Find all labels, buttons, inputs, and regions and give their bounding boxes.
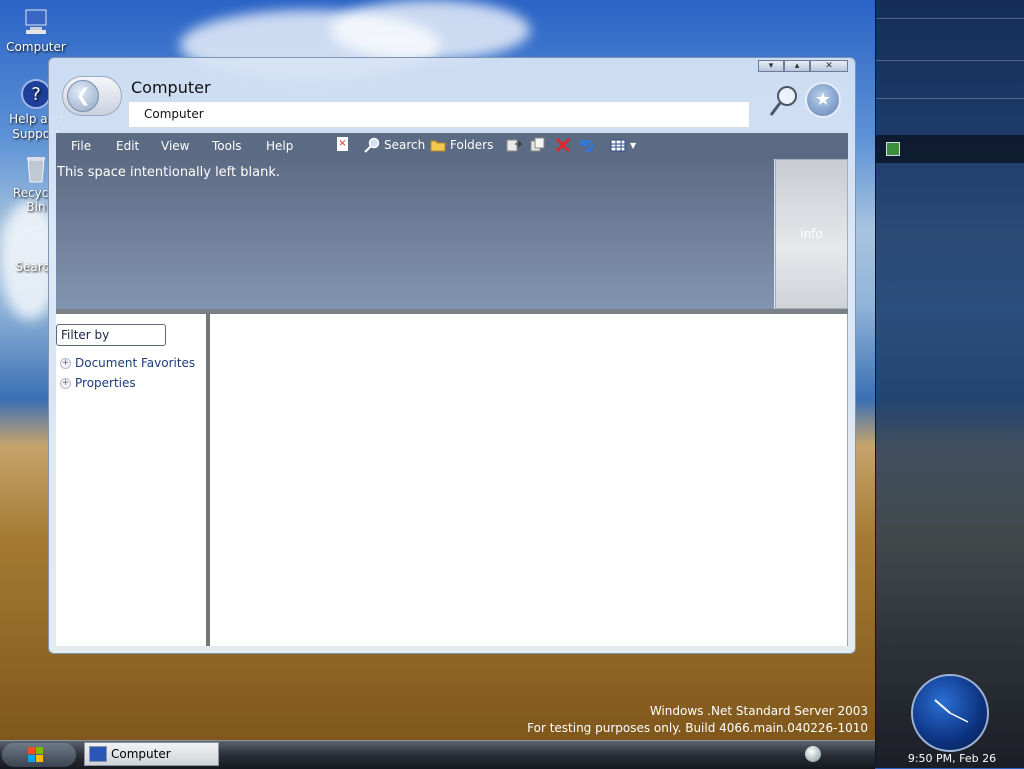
views-button[interactable]: ▼ [610, 137, 636, 153]
info-label: info [800, 227, 823, 241]
close-doc-button[interactable]: × [337, 137, 348, 151]
menu-tools[interactable]: Tools [212, 139, 242, 153]
search-icon [364, 137, 380, 153]
folders-button[interactable]: Folders [430, 137, 493, 153]
back-button[interactable]: ❮ [62, 76, 122, 116]
file-list-pane[interactable] [210, 314, 848, 646]
sidebar-divider [876, 60, 1024, 61]
tree-item-label: Properties [75, 376, 136, 390]
chevron-down-icon: ▼ [630, 140, 637, 150]
menu-file[interactable]: File [71, 139, 91, 153]
move-to-icon [506, 137, 523, 153]
address-bar[interactable]: Computer [128, 101, 750, 128]
watermark-line-1: Windows .Net Standard Server 2003 [649, 704, 868, 718]
sidebar-divider [876, 98, 1024, 99]
back-arrow-icon: ❮ [67, 80, 99, 112]
menu-view[interactable]: View [161, 139, 189, 153]
expand-plus-icon[interactable]: + [60, 377, 71, 389]
delete-icon [555, 137, 571, 153]
close-document-icon: × [337, 137, 348, 151]
blank-message: This space intentionally left blank. [57, 165, 280, 180]
search-button-label: Search [384, 138, 426, 152]
folders-button-label: Folders [450, 138, 494, 152]
computer-icon [20, 6, 52, 38]
computer-icon [89, 746, 107, 762]
gadget-icon [886, 142, 900, 156]
delete-button[interactable] [555, 137, 571, 153]
copy-to-icon [530, 137, 546, 153]
window-title: Computer [131, 78, 211, 97]
search-icon[interactable] [768, 84, 798, 118]
preview-area [56, 159, 774, 309]
close-button[interactable]: ✕ [810, 60, 848, 72]
sidebar-tile-header[interactable] [876, 135, 1024, 163]
undo-icon [578, 137, 594, 153]
maximize-button[interactable]: ▴ [784, 60, 810, 72]
expand-plus-icon[interactable]: + [60, 357, 71, 369]
views-grid-icon [610, 137, 626, 153]
tree-item-document-favorites[interactable]: + Document Favorites [60, 356, 195, 370]
windows-logo-icon [28, 747, 44, 763]
menu-help[interactable]: Help [266, 139, 293, 153]
favorites-star-icon[interactable]: ★ [805, 82, 841, 118]
search-button[interactable]: Search [364, 137, 425, 153]
filter-input[interactable]: Filter by [56, 324, 166, 346]
clock-hands-icon [934, 699, 969, 723]
menu-edit[interactable]: Edit [116, 139, 139, 153]
desktop-icon-computer[interactable]: Computer [4, 6, 68, 54]
copy-to-button[interactable] [530, 137, 546, 153]
clock-time: 9:50 PM, Feb 26 [907, 752, 997, 765]
taskbar-item-computer[interactable]: Computer [84, 742, 219, 766]
folder-icon [430, 137, 446, 153]
tree-item-label: Document Favorites [75, 356, 196, 370]
taskbar-item-label: Computer [111, 747, 171, 761]
svg-text:?: ? [31, 84, 41, 105]
minimize-button[interactable]: ▾ [758, 60, 784, 72]
sidebar-divider [876, 18, 1024, 19]
cloud-decoration [330, 0, 530, 60]
move-to-button[interactable] [506, 137, 523, 153]
undo-button[interactable] [578, 137, 594, 153]
tree-item-properties[interactable]: + Properties [60, 376, 136, 390]
watermark-line-2: For testing purposes only. Build 4066.ma… [527, 721, 868, 735]
start-button[interactable] [2, 743, 76, 767]
tray-expand-icon[interactable] [805, 746, 821, 762]
clock-gadget[interactable] [911, 674, 989, 752]
sidebar [875, 0, 1024, 768]
desktop-icon-label: Computer [6, 40, 66, 54]
